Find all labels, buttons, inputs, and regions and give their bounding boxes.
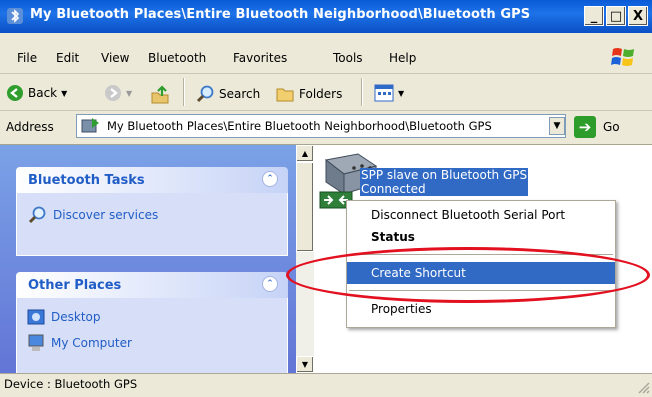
device-label[interactable]: SPP slave on Bluetooth GPS Connected — [360, 168, 529, 196]
minimize-glyph: _ — [590, 8, 598, 24]
bluetooth-places-icon — [7, 8, 23, 24]
bluetooth-tasks-body: Discover services — [16, 193, 288, 256]
desktop-link[interactable]: Desktop — [17, 298, 287, 330]
collapse-chevron-icon[interactable]: ⌃ — [262, 276, 278, 292]
bluetooth-tasks-panel: Bluetooth Tasks ⌃ Discover services — [16, 167, 288, 256]
menu-item-disconnect[interactable]: Disconnect Bluetooth Serial Port — [347, 204, 615, 226]
my-computer-link[interactable]: My Computer — [17, 330, 287, 356]
close-button[interactable]: X — [628, 6, 648, 26]
menu-item-status[interactable]: Status — [347, 226, 615, 248]
menu-tools[interactable]: Tools — [333, 51, 363, 65]
device-name: SPP slave on Bluetooth GPS — [361, 168, 528, 182]
menu-file[interactable]: File — [17, 51, 37, 65]
other-places-panel: Other Places ⌃ Desktop My Computer — [16, 272, 288, 389]
other-places-header[interactable]: Other Places ⌃ — [16, 272, 288, 298]
address-input[interactable]: My Bluetooth Places\Entire Bluetooth Nei… — [76, 114, 566, 138]
computer-icon — [28, 334, 44, 351]
search-button[interactable]: Search — [195, 84, 260, 104]
views-dropdown-icon[interactable]: ▼ — [398, 89, 404, 98]
windows-logo-icon — [611, 48, 634, 66]
folders-button[interactable]: Folders — [275, 84, 342, 104]
annotation-ellipse — [286, 247, 650, 303]
go-arrow-icon[interactable]: ➔ — [574, 116, 596, 138]
other-places-title: Other Places — [28, 278, 122, 293]
bluetooth-device-icon — [81, 118, 99, 133]
scroll-up-icon[interactable]: ▲ — [296, 145, 314, 162]
up-folder-button[interactable] — [150, 84, 170, 104]
discover-services-label: Discover services — [53, 208, 159, 222]
device-status: Connected — [361, 182, 426, 196]
menu-bluetooth[interactable]: Bluetooth — [148, 51, 206, 65]
desktop-icon — [27, 309, 45, 325]
forward-arrow-icon — [105, 85, 121, 101]
go-label[interactable]: Go — [603, 120, 620, 134]
task-pane: Bluetooth Tasks ⌃ Discover services Othe… — [0, 145, 296, 389]
minimize-button[interactable]: _ — [584, 6, 604, 26]
folders-icon — [276, 88, 294, 102]
views-icon — [374, 84, 394, 102]
title-bar[interactable]: My Bluetooth Places\Entire Bluetooth Nei… — [0, 0, 652, 33]
views-button[interactable]: ▼ — [374, 84, 404, 102]
address-bar: Address My Bluetooth Places\Entire Bluet… — [0, 111, 652, 145]
menu-bar: File Edit View Bluetooth Favorites Tools… — [0, 33, 652, 74]
scroll-down-icon[interactable]: ▼ — [296, 356, 314, 373]
magnifier-icon — [28, 206, 46, 224]
close-glyph: X — [632, 8, 644, 24]
address-dropdown-icon[interactable]: ▼ — [549, 117, 565, 135]
maximize-glyph: □ — [609, 8, 623, 24]
collapse-chevron-icon[interactable]: ⌃ — [262, 171, 278, 187]
menu-favorites[interactable]: Favorites — [233, 51, 287, 65]
desktop-label: Desktop — [51, 310, 101, 324]
toolbar-separator-2 — [361, 78, 363, 106]
bluetooth-tasks-title: Bluetooth Tasks — [28, 173, 145, 188]
window-title: My Bluetooth Places\Entire Bluetooth Nei… — [30, 7, 531, 22]
scroll-thumb[interactable] — [296, 162, 314, 252]
forward-button[interactable]: ▼ — [104, 84, 132, 102]
up-folder-icon — [151, 85, 169, 104]
back-arrow-icon — [7, 85, 23, 101]
back-dropdown-icon[interactable]: ▼ — [61, 89, 67, 98]
search-label: Search — [219, 87, 261, 101]
resize-grip-icon[interactable] — [636, 380, 650, 394]
address-value: My Bluetooth Places\Entire Bluetooth Nei… — [107, 119, 492, 133]
discover-services-link[interactable]: Discover services — [17, 193, 287, 229]
back-button[interactable]: Back ▼ — [6, 84, 67, 102]
toolbar-separator — [183, 78, 185, 106]
status-bar: Device : Bluetooth GPS — [0, 373, 652, 397]
maximize-button[interactable]: □ — [606, 6, 626, 26]
search-icon — [196, 85, 214, 103]
back-label: Back — [28, 86, 58, 100]
folders-label: Folders — [299, 87, 343, 101]
my-computer-label: My Computer — [51, 336, 132, 350]
menu-help[interactable]: Help — [389, 51, 416, 65]
menu-edit[interactable]: Edit — [56, 51, 79, 65]
menu-view[interactable]: View — [101, 51, 129, 65]
address-label: Address — [6, 120, 54, 134]
status-text: Device : Bluetooth GPS — [4, 377, 138, 391]
bluetooth-tasks-header[interactable]: Bluetooth Tasks ⌃ — [16, 167, 288, 193]
toolbar: Back ▼ ▼ Search Folders ▼ — [0, 74, 652, 111]
vertical-scrollbar[interactable]: ▲ ▼ — [296, 145, 314, 373]
forward-dropdown-icon[interactable]: ▼ — [126, 89, 132, 98]
